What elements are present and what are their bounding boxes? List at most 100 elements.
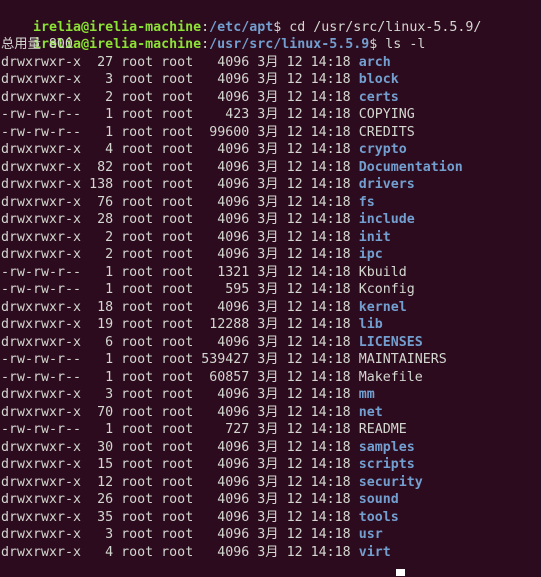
group: root xyxy=(161,159,194,175)
terminal-window[interactable]: irelia@irelia-machine:/etc/apt$ cd /usr/… xyxy=(0,0,541,577)
perm: drwxrwxr-x xyxy=(1,54,82,70)
month: 3月 xyxy=(257,509,279,525)
owner: root xyxy=(121,404,154,420)
links: 76 xyxy=(89,194,114,210)
prompt-separator: : xyxy=(201,37,210,52)
file-name: README xyxy=(358,422,407,437)
links: 19 xyxy=(89,317,114,332)
directory-name: sound xyxy=(358,492,399,507)
links: 26 xyxy=(89,492,114,507)
links: 6 xyxy=(89,334,114,350)
listing-row: drwxrwxr-x 26 root root 4096 3月 12 14:18… xyxy=(1,491,541,509)
group: root xyxy=(161,247,194,262)
listing-row: drwxrwxr-x 2 root root 4096 3月 12 14:18 … xyxy=(1,229,541,247)
owner: root xyxy=(121,142,154,157)
directory-name: init xyxy=(358,229,391,245)
size: 60857 xyxy=(201,369,250,385)
links: 4 xyxy=(89,544,114,560)
links: 30 xyxy=(89,439,114,455)
links: 3 xyxy=(89,72,114,87)
group: root xyxy=(161,369,194,385)
size: 4096 xyxy=(201,247,250,262)
directory-name: virt xyxy=(358,544,391,560)
directory-name: LICENSES xyxy=(358,334,423,350)
group: root xyxy=(161,72,194,87)
day: 12 xyxy=(286,229,303,245)
size: 4096 xyxy=(201,492,250,507)
owner: root xyxy=(121,299,154,315)
group: root xyxy=(161,299,194,315)
links: 1 xyxy=(89,124,114,140)
time: 14:18 xyxy=(310,317,351,332)
directory-name: lib xyxy=(358,317,383,332)
time: 14:18 xyxy=(310,54,351,70)
size: 4096 xyxy=(201,177,250,192)
month: 3月 xyxy=(257,317,279,332)
links: 27 xyxy=(89,54,114,70)
group: root xyxy=(161,334,194,350)
day: 12 xyxy=(286,282,303,297)
time: 14:18 xyxy=(310,194,351,210)
owner: root xyxy=(121,89,154,105)
directory-name: ipc xyxy=(358,247,383,262)
listing-row: drwxrwxr-x 15 root root 4096 3月 12 14:18… xyxy=(1,456,541,474)
perm: -rw-rw-r-- xyxy=(1,422,82,437)
group: root xyxy=(161,317,194,332)
size: 12288 xyxy=(201,317,250,332)
size: 539427 xyxy=(201,352,250,367)
group: root xyxy=(161,474,194,490)
listing-row: drwxrwxr-x 3 root root 4096 3月 12 14:18 … xyxy=(1,71,541,89)
size: 4096 xyxy=(201,159,250,175)
day: 12 xyxy=(286,177,303,192)
owner: root xyxy=(121,387,154,402)
owner: root xyxy=(121,474,154,490)
group: root xyxy=(161,89,194,105)
prompt-path: /usr/src/linux-5.5.9 xyxy=(209,37,370,52)
links: 1 xyxy=(89,352,114,367)
day: 12 xyxy=(286,334,303,350)
file-name: COPYING xyxy=(358,107,415,122)
owner: root xyxy=(121,72,154,87)
links: 1 xyxy=(89,264,114,280)
group: root xyxy=(161,212,194,227)
command-text: ls -l xyxy=(385,37,426,52)
group: root xyxy=(161,509,194,525)
owner: root xyxy=(121,124,154,140)
month: 3月 xyxy=(257,492,279,507)
time: 14:18 xyxy=(310,107,351,122)
listing-row: drwxrwxr-x 4 root root 4096 3月 12 14:18 … xyxy=(1,544,541,562)
listing-row: drwxrwxr-x 2 root root 4096 3月 12 14:18 … xyxy=(1,246,541,264)
day: 12 xyxy=(286,124,303,140)
day: 12 xyxy=(286,194,303,210)
time: 14:18 xyxy=(310,422,351,437)
owner: root xyxy=(121,544,154,560)
listing-row: drwxrwxr-x 19 root root 12288 3月 12 14:1… xyxy=(1,316,541,334)
perm: -rw-rw-r-- xyxy=(1,282,82,297)
group: root xyxy=(161,194,194,210)
group: root xyxy=(161,142,194,157)
day: 12 xyxy=(286,369,303,385)
day: 12 xyxy=(286,89,303,105)
day: 12 xyxy=(286,299,303,315)
group: root xyxy=(161,439,194,455)
owner: root xyxy=(121,527,154,542)
size: 4096 xyxy=(201,72,250,87)
listing-row: drwxrwxr-x 3 root root 4096 3月 12 14:18 … xyxy=(1,526,541,544)
links: 2 xyxy=(89,89,114,105)
prompt-sigil: $ xyxy=(369,37,386,52)
time: 14:18 xyxy=(310,544,351,560)
perm: drwxrwxr-x xyxy=(1,247,82,262)
links: 3 xyxy=(89,527,114,542)
size: 4096 xyxy=(201,439,250,455)
perm: drwxrwxr-x xyxy=(1,72,82,87)
directory-name: fs xyxy=(358,194,375,210)
links: 28 xyxy=(89,212,114,227)
day: 12 xyxy=(286,387,303,402)
directory-name: drivers xyxy=(358,177,415,192)
day: 12 xyxy=(286,474,303,490)
group: root xyxy=(161,107,194,122)
listing-row: -rw-rw-r-- 1 root root 60857 3月 12 14:18… xyxy=(1,369,541,387)
links: 35 xyxy=(89,509,114,525)
perm: drwxrwxr-x xyxy=(1,194,82,210)
owner: root xyxy=(121,229,154,245)
